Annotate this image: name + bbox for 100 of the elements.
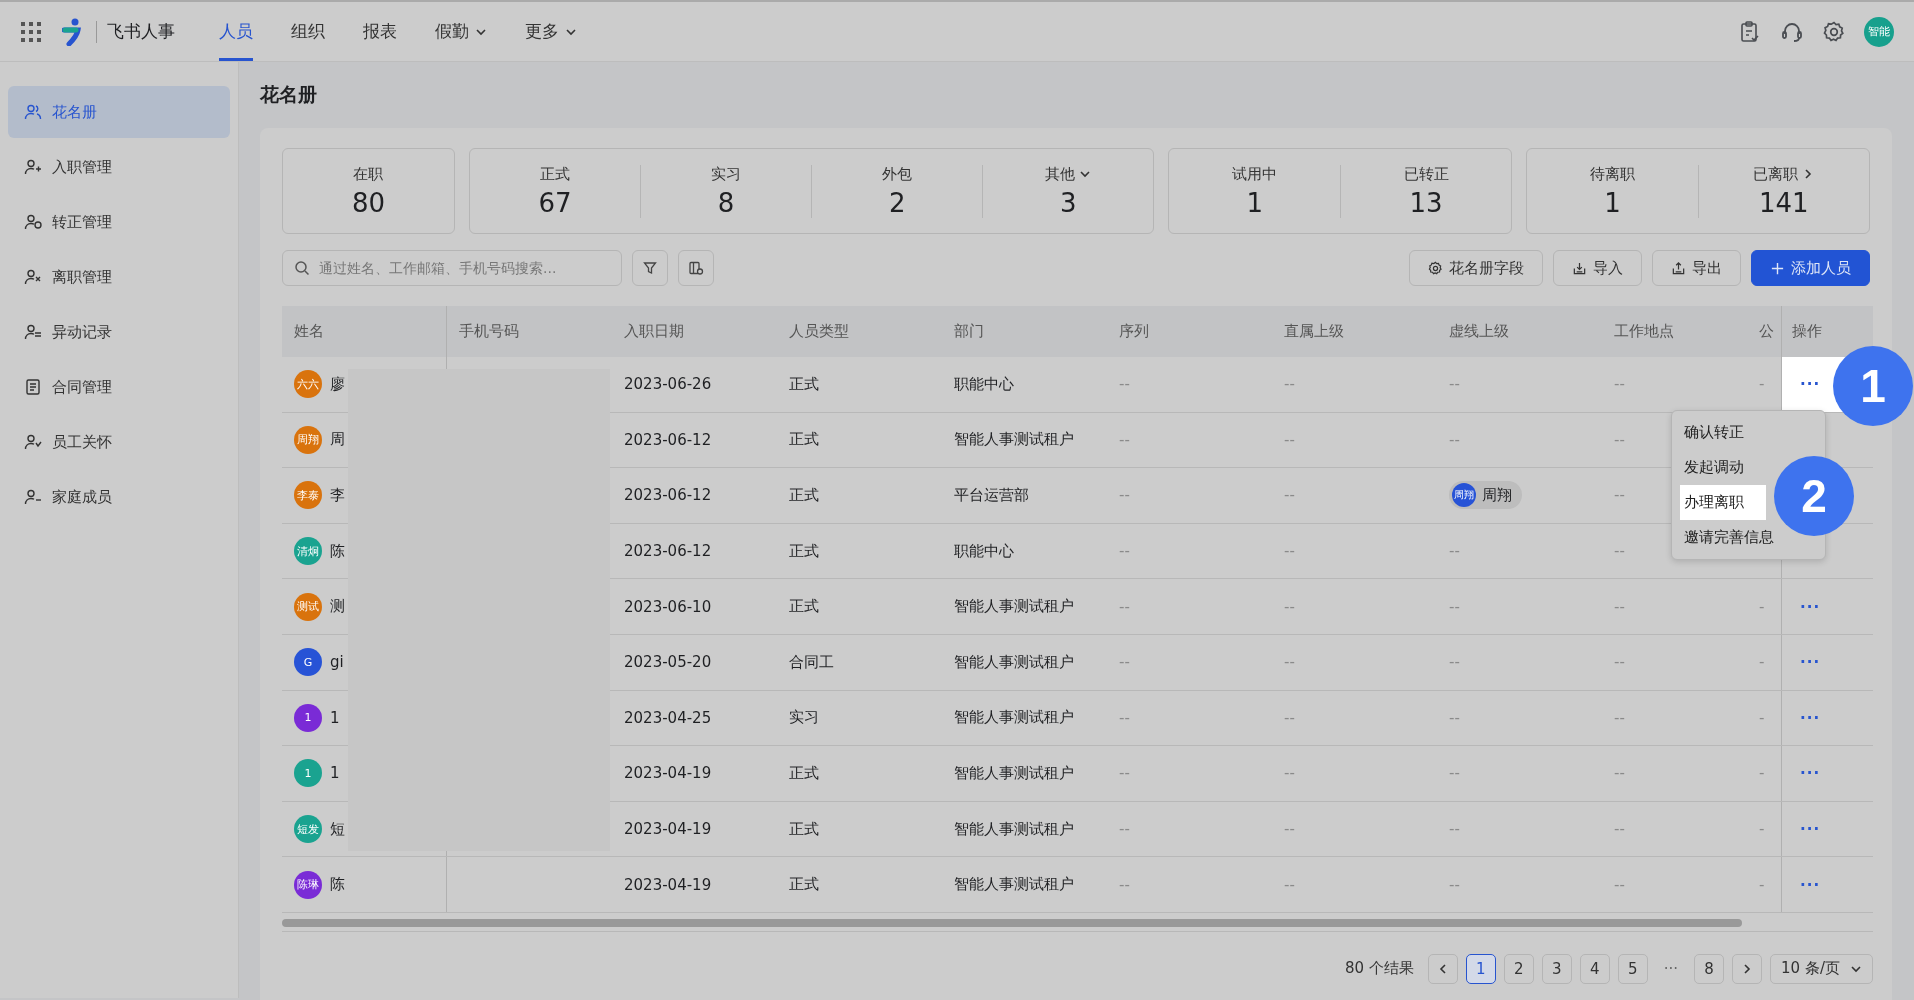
- more-actions-button[interactable]: ···: [1792, 371, 1829, 398]
- avatar: 1: [294, 759, 322, 788]
- column-header: 公: [1759, 322, 1774, 341]
- table-cell: 正式: [789, 597, 819, 617]
- table-cell: 2023-06-10: [624, 597, 712, 616]
- table-cell: --: [1449, 820, 1460, 839]
- sidebar-item[interactable]: 入职管理: [8, 141, 230, 193]
- sidebar-item[interactable]: 员工关怀: [8, 416, 230, 468]
- stat-value: 13: [1409, 187, 1443, 218]
- table-cell: --: [1614, 764, 1625, 783]
- table-cell: 正式: [789, 486, 819, 505]
- app-grid-icon[interactable]: [20, 20, 42, 43]
- table-cell: 智能人事测试租户: [954, 430, 1074, 450]
- more-actions-button[interactable]: ···: [1792, 593, 1829, 620]
- table-cell: --: [1614, 875, 1625, 894]
- table-cell: 正式: [789, 875, 819, 895]
- nav-tab[interactable]: 报表: [363, 2, 397, 61]
- funnel-icon: [642, 260, 658, 276]
- page-size-select[interactable]: 10 条/页: [1770, 953, 1873, 984]
- stat-label: 待离职: [1589, 164, 1635, 184]
- table-cell: 2023-06-12: [624, 486, 712, 505]
- menu-item[interactable]: 邀请完善信息: [1672, 520, 1776, 555]
- stat-value: 8: [717, 187, 735, 218]
- filter-button[interactable]: [632, 250, 668, 286]
- page-button[interactable]: 2: [1503, 953, 1534, 984]
- table-cell: --: [1119, 875, 1130, 894]
- more-actions-button[interactable]: ···: [1792, 871, 1829, 898]
- table-cell: -: [1759, 875, 1765, 894]
- upload-tray-icon: [1671, 260, 1686, 276]
- table-cell: -: [1759, 597, 1765, 616]
- table-cell: 2023-04-19: [624, 764, 712, 783]
- menu-item[interactable]: 办理离职: [1680, 485, 1766, 520]
- more-actions-button[interactable]: ···: [1792, 649, 1829, 676]
- table-cell: 2023-06-26: [624, 375, 712, 394]
- table-cell: 周: [330, 430, 345, 450]
- avatar: G: [294, 648, 322, 677]
- page-button[interactable]: 8: [1694, 953, 1725, 984]
- table-cell: 1: [330, 764, 340, 783]
- nav-tab[interactable]: 更多: [525, 2, 577, 61]
- logo-icon: [62, 17, 84, 46]
- avatar: 陈琳: [294, 870, 322, 899]
- stat-value: 1: [1246, 187, 1263, 218]
- table-cell: --: [1614, 375, 1625, 394]
- chevron-down-icon: [1079, 168, 1092, 180]
- user-icon: [24, 213, 42, 231]
- page-button[interactable]: 5: [1617, 953, 1648, 984]
- table-cell: --: [1284, 653, 1295, 672]
- stat-label[interactable]: 已离职: [1753, 164, 1815, 184]
- settings-icon[interactable]: [1822, 19, 1846, 44]
- avatar: 六六: [294, 370, 322, 399]
- toolbar-button[interactable]: 导出: [1652, 250, 1741, 286]
- page-button[interactable]: 4: [1579, 953, 1610, 984]
- page-button[interactable]: 1: [1465, 953, 1496, 984]
- column-settings-button[interactable]: [678, 250, 714, 286]
- search-field[interactable]: 通过姓名、工作邮箱、手机号码搜索...: [282, 250, 622, 286]
- more-actions-button[interactable]: ···: [1792, 760, 1829, 787]
- sidebar-item[interactable]: 离职管理: [8, 251, 230, 303]
- more-actions-button[interactable]: ···: [1792, 704, 1829, 731]
- avatar: 李泰: [294, 481, 322, 510]
- stat-value: 141: [1759, 187, 1809, 218]
- add-button[interactable]: 添加人员: [1751, 250, 1870, 286]
- clipboard-check-icon[interactable]: [1738, 19, 1762, 44]
- stat-label: 外包: [882, 164, 913, 184]
- table-cell: --: [1449, 653, 1460, 672]
- stat-value: 80: [351, 187, 385, 218]
- sidebar-item[interactable]: 合同管理: [8, 361, 230, 413]
- nav-tab[interactable]: 组织: [291, 2, 325, 61]
- next-page-button[interactable]: [1732, 953, 1763, 984]
- table-cell: 职能中心: [954, 374, 1014, 394]
- document-icon: [24, 378, 42, 396]
- column-header: 姓名: [294, 322, 324, 341]
- toolbar-button[interactable]: 花名册字段: [1409, 250, 1543, 286]
- stat-value: 2: [888, 187, 906, 218]
- table-cell: 实习: [789, 708, 819, 728]
- table-cell: 正式: [789, 430, 819, 450]
- avatar: 短发: [294, 815, 322, 844]
- user-icon: [24, 323, 42, 341]
- user-icon: [24, 433, 42, 451]
- table-cell: 陈: [330, 875, 345, 895]
- scrollbar[interactable]: [282, 918, 1742, 927]
- more-actions-button[interactable]: ···: [1792, 816, 1829, 843]
- table-cell: --: [1614, 820, 1625, 839]
- sidebar-item[interactable]: 家庭成员: [8, 471, 230, 523]
- column-header: 部门: [954, 322, 984, 341]
- table-cell: --: [1119, 542, 1130, 561]
- sidebar-item[interactable]: 异动记录: [8, 306, 230, 358]
- sidebar-item[interactable]: 转正管理: [8, 196, 230, 248]
- menu-item[interactable]: 发起调动: [1672, 450, 1746, 485]
- table-cell: --: [1284, 430, 1295, 449]
- previous-page-button[interactable]: [1427, 953, 1458, 984]
- table-cell: --: [1449, 375, 1460, 394]
- stat-label[interactable]: 其他: [1045, 164, 1092, 184]
- table-cell: 1: [330, 708, 340, 727]
- table-cell: 智能人事测试租户: [954, 708, 1074, 728]
- nav-tab[interactable]: 假勤: [435, 2, 487, 61]
- stat-label: 实习: [711, 164, 742, 184]
- stat-label: 试用中: [1232, 164, 1278, 184]
- menu-item[interactable]: 确认转正: [1672, 415, 1746, 450]
- toolbar-button[interactable]: 导入: [1553, 250, 1642, 286]
- page-button[interactable]: 3: [1541, 953, 1572, 984]
